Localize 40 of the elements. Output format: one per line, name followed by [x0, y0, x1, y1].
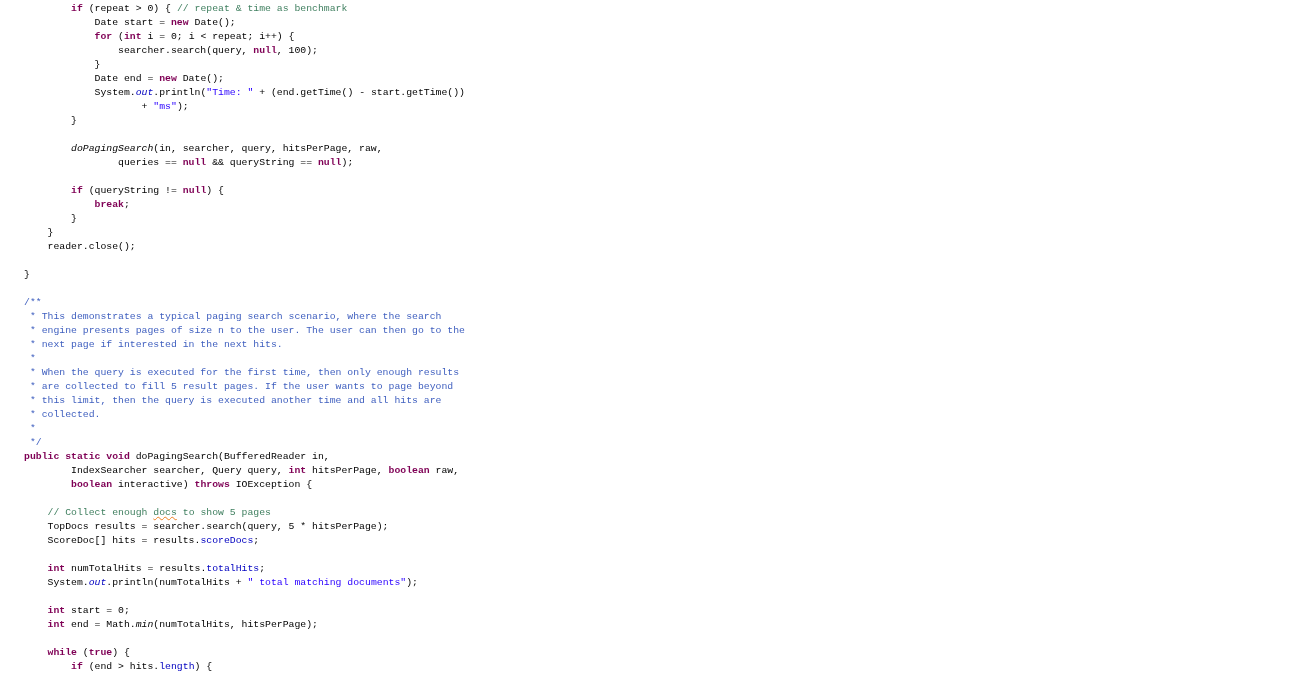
- code-line: System.out.println("Time: " + (end.getTime() - start.getTime()): [94, 87, 465, 98]
- code-line: if (end > hits.length) {: [71, 661, 213, 672]
- code-line: // Collect enough docs to show 5 pages: [47, 507, 271, 518]
- code-line: IndexSearcher searcher, Query query, int hitsPerPage, boolean raw,: [71, 465, 460, 476]
- code-line: * collected.: [28, 409, 101, 420]
- code-line: * next page if interested in the next hits.: [28, 339, 283, 350]
- code-line: public static void doPagingSearch(BufferedReader in,: [24, 451, 330, 462]
- code-line: }: [71, 213, 77, 224]
- code-line: while (true) {: [47, 647, 130, 658]
- code-line: searcher.search(query, null, 100);: [118, 45, 318, 56]
- code-line: }: [71, 115, 77, 126]
- code-line: *: [28, 353, 36, 364]
- code-line: /**: [24, 297, 42, 308]
- code-line: break;: [94, 199, 130, 210]
- code-line: * When the query is executed for the first time, then only enough results: [28, 367, 460, 378]
- code-line: * are collected to fill 5 result pages. If the user wants to page beyond: [28, 381, 454, 392]
- code-line: */: [28, 437, 42, 448]
- code-line: Date start = new Date();: [94, 17, 236, 28]
- code-line: int start = 0;: [47, 605, 130, 616]
- code-line: int numTotalHits = results.totalHits;: [47, 563, 266, 574]
- code-line: }: [24, 269, 30, 280]
- code-line: + "ms");: [141, 101, 189, 112]
- code-line: int end = Math.min(numTotalHits, hitsPerPage);: [47, 619, 318, 630]
- code-line: queries == null && queryString == null);: [118, 157, 354, 168]
- code-line: ScoreDoc[] hits = results.scoreDocs;: [47, 535, 260, 546]
- code-line: }: [94, 59, 101, 70]
- code-line: doPagingSearch(in, searcher, query, hitsPerPage, raw,: [71, 143, 383, 154]
- code-line: }: [47, 227, 54, 238]
- code-line: * this limit, then the query is executed another time and all hits are: [28, 395, 442, 406]
- code-line: if (queryString != null) {: [71, 185, 224, 196]
- code-line: *: [28, 423, 36, 434]
- code-line: reader.close();: [47, 241, 136, 252]
- code-line: * This demonstrates a typical paging search scenario, where the search: [28, 311, 442, 322]
- code-line: Date end = new Date();: [94, 73, 224, 84]
- code-line: if (repeat > 0) { // repeat & time as benchmark: [71, 3, 348, 14]
- code-line: TopDocs results = searcher.search(query, 5 * hitsPerPage);: [47, 521, 389, 532]
- code-line: boolean interactive) throws IOException {: [71, 479, 313, 490]
- code-line: * engine presents pages of size n to the user. The user can then go to the: [28, 325, 465, 336]
- code-line: System.out.println(numTotalHits + " total matching documents");: [47, 577, 418, 588]
- code-line: for (int i = 0; i < repeat; i++) {: [94, 31, 295, 42]
